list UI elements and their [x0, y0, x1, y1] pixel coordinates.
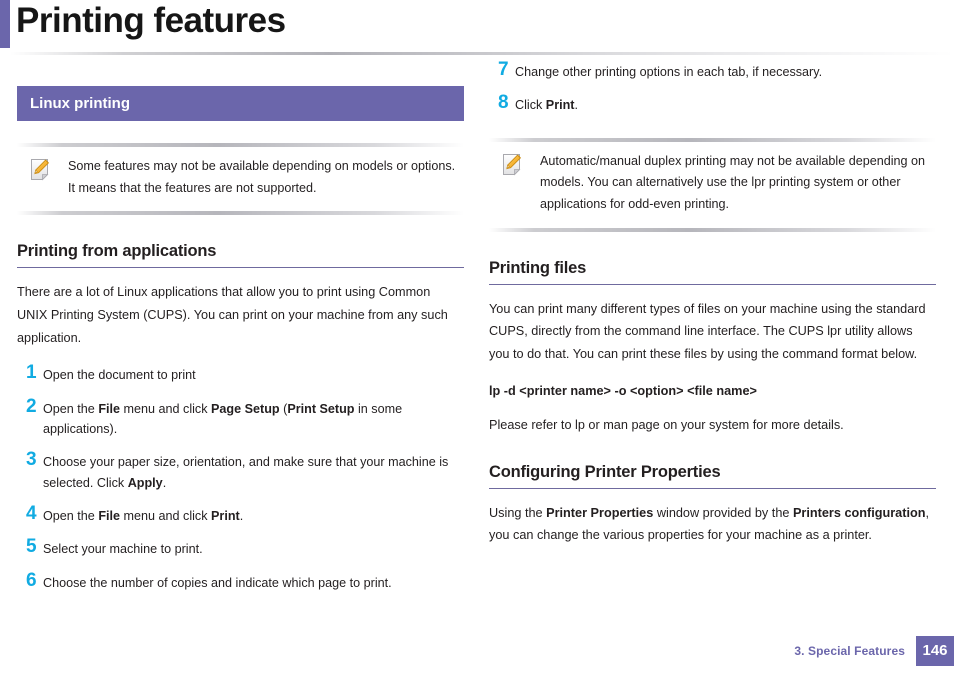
step-number: 2: [26, 395, 37, 417]
footer-page-number: 146: [916, 636, 954, 666]
paragraph-printing-files-footnote: Please refer to lp or man page on your s…: [489, 418, 844, 433]
step-item: 2 Open the File menu and click Page Setu…: [17, 395, 464, 440]
step-text: Open the document to print: [43, 368, 196, 383]
note-box-right: Automatic/manual duplex printing may not…: [489, 137, 936, 233]
paragraph-printing-from-applications-intro: There are a lot of Linux applications th…: [17, 285, 448, 345]
step-number: 8: [498, 92, 509, 114]
note-pencil-icon: [28, 157, 54, 183]
step-item: 4 Open the File menu and click Print.: [17, 503, 464, 526]
step-item: 7 Change other printing options in each …: [489, 59, 936, 82]
command-format-line: lp -d <printer name> -o <option> <file n…: [489, 383, 757, 398]
paragraph-configuring-printer-properties: Using the Printer Properties window prov…: [489, 505, 930, 543]
note-text-right: Automatic/manual duplex printing may not…: [540, 153, 926, 212]
step-text: Change other printing options in each ta…: [515, 65, 823, 79]
step-text: Click Print.: [515, 98, 578, 113]
page-title: Printing features: [16, 1, 286, 40]
step-number: 5: [26, 536, 37, 558]
step-number: 3: [26, 449, 37, 471]
page-footer: 3. Special Features 146: [794, 636, 954, 666]
step-number: 4: [26, 503, 37, 525]
left-column: Linux printing Some features may not be …: [17, 62, 464, 606]
step-item: 5 Select your machine to print.: [17, 536, 464, 559]
step-number: 1: [26, 362, 37, 384]
page-header: Printing features: [0, 0, 954, 56]
step-item: 8 Click Print.: [489, 92, 936, 115]
step-text: Choose the number of copies and indicate…: [43, 575, 392, 590]
heading-configuring-printer-properties: Configuring Printer Properties: [489, 463, 936, 489]
step-item: 3 Choose your paper size, orientation, a…: [17, 449, 464, 493]
header-accent-bar: [0, 0, 10, 48]
step-item: 6 Choose the number of copies and indica…: [17, 569, 464, 593]
step-text: Choose your paper size, orientation, and…: [43, 455, 449, 490]
note-box-left: Some features may not be available depen…: [17, 142, 464, 216]
header-divider-rule: [10, 52, 954, 55]
steps-list-left: 1 Open the document to print 2 Open the …: [17, 362, 464, 593]
note-text-left: Some features may not be available depen…: [68, 159, 456, 195]
step-text: Select your machine to print.: [43, 542, 203, 557]
heading-printing-from-applications: Printing from applications: [17, 242, 464, 269]
section-banner-linux-printing: Linux printing: [17, 86, 464, 121]
step-number: 6: [26, 569, 37, 591]
step-text: Open the File menu and click Print.: [43, 509, 244, 524]
right-column: 7 Change other printing options in each …: [489, 59, 936, 547]
step-item: 1 Open the document to print: [17, 362, 464, 385]
footer-chapter-label: 3. Special Features: [794, 644, 905, 658]
note-pencil-icon: [500, 152, 526, 178]
paragraph-printing-files: You can print many different types of fi…: [489, 301, 926, 361]
step-number: 7: [498, 59, 509, 80]
step-text: Open the File menu and click Page Setup …: [43, 401, 403, 436]
heading-printing-files: Printing files: [489, 259, 936, 285]
content-columns: Linux printing Some features may not be …: [0, 59, 954, 622]
steps-list-right: 7 Change other printing options in each …: [489, 59, 936, 116]
